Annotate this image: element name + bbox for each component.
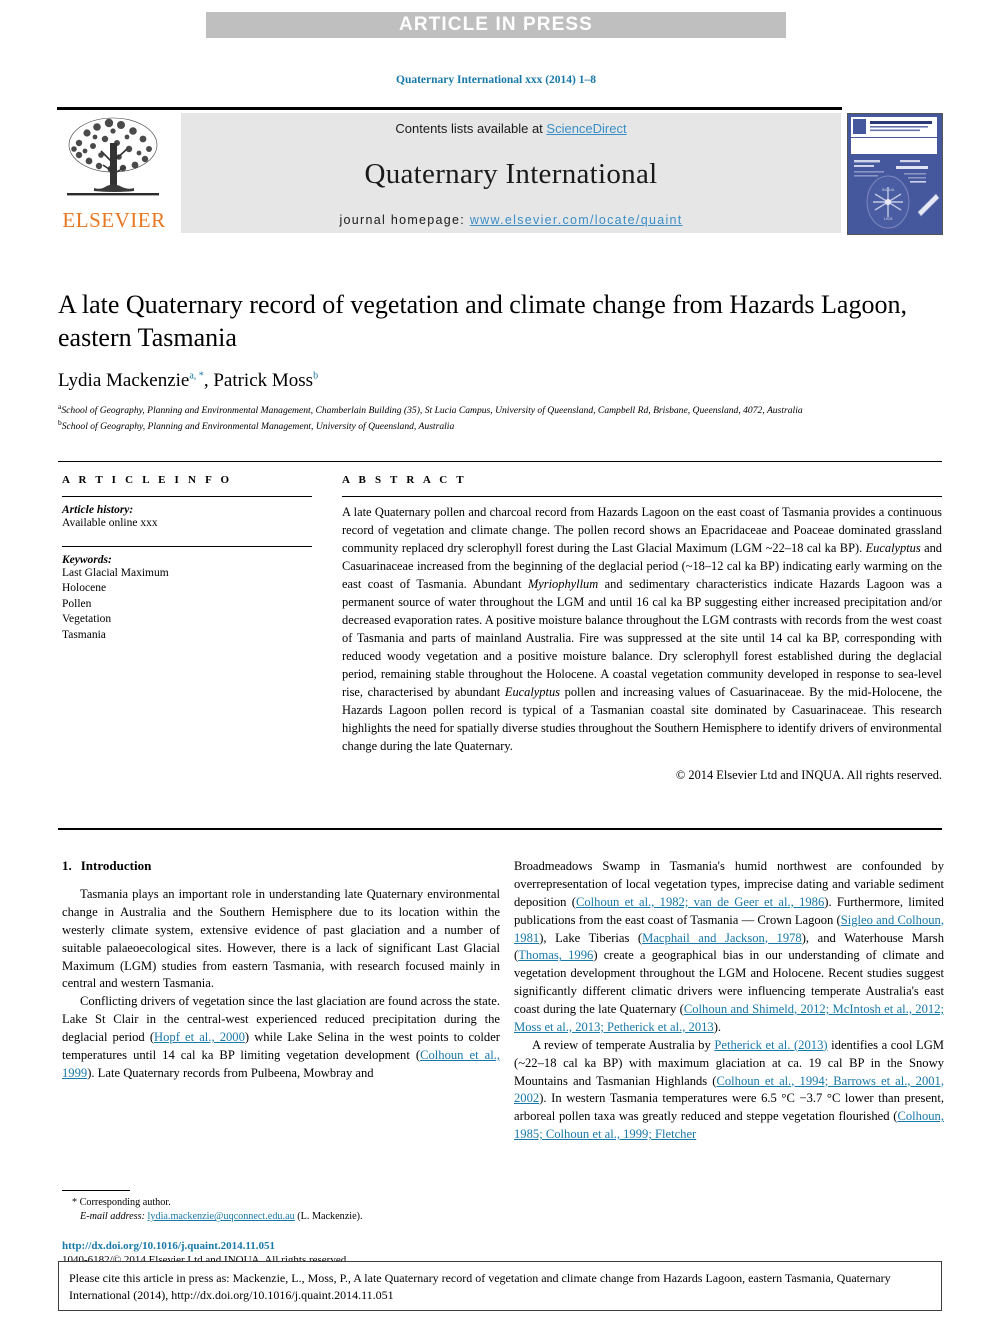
abstract-bottom-rule bbox=[58, 828, 942, 830]
abstract-italic-3: Eucalyptus bbox=[504, 684, 560, 699]
svg-text:INQUA: INQUA bbox=[882, 187, 895, 192]
email-link[interactable]: lydia.mackenzie@uqconnect.edu.au bbox=[148, 1211, 295, 1222]
rp2-text-a: A review of temperate Australia by bbox=[532, 1037, 715, 1052]
citation-link[interactable]: Petherick et al. (2013) bbox=[714, 1038, 827, 1052]
journal-masthead: ELSEVIER Contents lists available at Sci… bbox=[57, 107, 943, 235]
keyword-item: Tasmania bbox=[62, 628, 106, 641]
citation-link[interactable]: Thomas, 1996 bbox=[518, 948, 593, 962]
abstract-copyright: © 2014 Elsevier Ltd and INQUA. All right… bbox=[675, 767, 942, 782]
author-affiliation-marks[interactable]: a, * bbox=[189, 371, 203, 382]
intro-paragraph-2: Conflicting drivers of vegetation since … bbox=[62, 993, 500, 1082]
affiliation-list: aSchool of Geography, Planning and Envir… bbox=[58, 402, 942, 434]
intro-paragraph-1: Tasmania plays an important role in unde… bbox=[62, 887, 500, 991]
journal-homepage-link[interactable]: www.elsevier.com/locate/quaint bbox=[470, 213, 683, 227]
author-affiliation-marks[interactable]: b bbox=[313, 371, 318, 382]
author-list: Lydia Mackenziea, *, Patrick Mossb bbox=[58, 370, 942, 392]
elsevier-wordmark: ELSEVIER bbox=[62, 208, 166, 232]
abstract-italic-2: Myriophyllum bbox=[527, 576, 599, 591]
body-column-right: Broadmeadows Swamp in Tasmania's humid n… bbox=[514, 858, 944, 1144]
article-in-press-banner: ARTICLE IN PRESS bbox=[206, 12, 786, 38]
abstract-body: A late Quaternary pollen and charcoal re… bbox=[342, 504, 942, 756]
rp1-text-f: ). bbox=[713, 1019, 722, 1034]
body-column-left: 1. Introduction Tasmania plays an importa… bbox=[62, 858, 500, 1083]
email-note: E-mail address: lydia.mackenzie@uqconnec… bbox=[62, 1210, 500, 1224]
title-block: A late Quaternary record of vegetation a… bbox=[58, 288, 942, 434]
sciencedirect-box: Contents lists available at ScienceDirec… bbox=[181, 113, 841, 233]
article-info-heading: A R T I C L E I N F O bbox=[62, 474, 233, 486]
article-in-press-label: ARTICLE IN PRESS bbox=[399, 14, 593, 35]
abstract-heading: A B S T R A C T bbox=[342, 474, 467, 486]
author-separator: , bbox=[203, 370, 214, 392]
citation-link[interactable]: Macphail and Jackson, 1978 bbox=[642, 931, 802, 945]
citation-link[interactable]: Hopf et al., 2000 bbox=[154, 1030, 245, 1044]
section-number: 1. bbox=[62, 858, 72, 873]
contents-list-prefix: Contents lists available at bbox=[395, 121, 547, 136]
article-history-label: Article history: bbox=[62, 504, 134, 516]
homepage-prefix: journal homepage: bbox=[339, 213, 470, 227]
affiliation-text: School of Geography, Planning and Enviro… bbox=[61, 405, 803, 417]
rp2-text-c: ). In western Tasmania temperatures were… bbox=[514, 1091, 944, 1124]
affiliation-item: aSchool of Geography, Planning and Envir… bbox=[58, 402, 942, 418]
keyword-item: Vegetation bbox=[62, 613, 112, 626]
journal-title: Quaternary International bbox=[364, 158, 658, 190]
article-info-panel: A R T I C L E I N F O Article history: A… bbox=[62, 474, 312, 643]
intro-paragraph-3: A review of temperate Australia by Pethe… bbox=[514, 1037, 944, 1144]
intro-paragraph-2-continued: Broadmeadows Swamp in Tasmania's humid n… bbox=[514, 858, 944, 1037]
section-heading-introduction: 1. Introduction bbox=[62, 858, 500, 874]
corresponding-author-mark: * bbox=[72, 1197, 78, 1208]
doi-link[interactable]: http://dx.doi.org/10.1016/j.quaint.2014.… bbox=[62, 1240, 522, 1252]
abstract-part-3: and sedimentary characteristics indicate… bbox=[342, 576, 943, 699]
corresponding-author-text: Corresponding author. bbox=[79, 1197, 171, 1208]
footnote-rule bbox=[62, 1190, 130, 1191]
article-history-value: Available online xxx bbox=[62, 517, 158, 529]
article-info-divider bbox=[62, 496, 312, 497]
page-title: A late Quaternary record of vegetation a… bbox=[58, 290, 907, 353]
email-suffix: (L. Mackenzie). bbox=[297, 1211, 363, 1223]
info-section-top-rule bbox=[58, 461, 942, 462]
par2-text-c: ). Late Quaternary records from Pulbeena… bbox=[87, 1065, 374, 1080]
masthead-top-rule bbox=[57, 107, 842, 110]
keyword-item: Last Glacial Maximum bbox=[62, 566, 169, 579]
footnote-block: * Corresponding author. E-mail address: … bbox=[62, 1190, 500, 1225]
keyword-item: Holocene bbox=[62, 582, 107, 595]
affiliation-text: School of Geography, Planning and Enviro… bbox=[61, 421, 455, 433]
citation-link[interactable]: Colhoun et al., 1982; van de Geer et al.… bbox=[576, 895, 824, 909]
keyword-item: Pollen bbox=[62, 597, 92, 610]
keywords-label: Keywords: bbox=[62, 553, 112, 566]
email-label: E-mail address: bbox=[80, 1211, 145, 1223]
keywords-divider bbox=[62, 545, 312, 547]
affiliation-item: bSchool of Geography, Planning and Envir… bbox=[58, 418, 942, 434]
elsevier-logo: ELSEVIER bbox=[57, 113, 169, 233]
author-name: Patrick Moss bbox=[213, 370, 314, 392]
abstract-italic-1: Eucalyptus bbox=[865, 540, 921, 555]
author-name: Lydia Mackenzie bbox=[58, 370, 190, 392]
journal-cover-thumbnail: INQUA 1928 bbox=[847, 113, 943, 235]
sciencedirect-link[interactable]: ScienceDirect bbox=[546, 121, 626, 136]
corresponding-author-note: * Corresponding author. bbox=[62, 1196, 500, 1210]
contents-list-line: Contents lists available at ScienceDirec… bbox=[395, 121, 626, 136]
please-cite-box: Please cite this article in press as: Ma… bbox=[58, 1261, 942, 1311]
abstract-panel: A B S T R A C T A late Quaternary pollen… bbox=[342, 474, 942, 795]
section-title: Introduction bbox=[80, 858, 152, 873]
please-cite-text: Please cite this article in press as: Ma… bbox=[69, 1271, 891, 1303]
journal-homepage-line: journal homepage: www.elsevier.com/locat… bbox=[339, 213, 682, 227]
rp1-text-c: ), Lake Tiberias ( bbox=[539, 930, 643, 945]
abstract-divider bbox=[342, 496, 942, 497]
running-head: Quaternary International xxx (2014) 1–8 bbox=[396, 74, 596, 86]
svg-text:1928: 1928 bbox=[884, 216, 894, 221]
abstract-part-1: A late Quaternary pollen and charcoal re… bbox=[342, 505, 942, 555]
